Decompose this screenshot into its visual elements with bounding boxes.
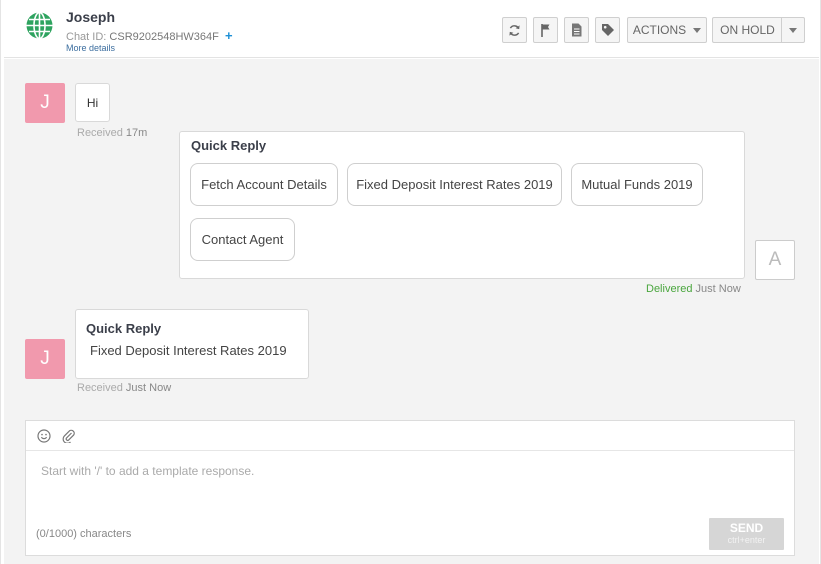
chat-window: Joseph Chat ID: CSR9202548HW364F + More … [0,0,821,564]
message-meta: Received Just Now [77,382,171,394]
globe-icon [26,11,53,40]
quick-reply-title: Quick Reply [191,138,267,153]
message-text: Fixed Deposit Interest Rates 2019 [90,343,287,358]
quick-reply-option[interactable]: Mutual Funds 2019 [571,163,703,206]
message-text: Hi [86,95,99,110]
send-label: SEND [729,521,764,535]
send-button[interactable]: SEND ctrl+enter [709,518,784,550]
composer-toolbar [26,421,794,451]
message-time: 17m [125,127,148,139]
message-meta: Delivered Just Now [646,283,741,295]
customer-avatar: J [25,339,65,379]
flag-icon [540,24,549,37]
tag-icon [601,24,614,36]
chat-id-label: Chat ID: [66,31,107,43]
tag-button[interactable] [595,17,620,43]
quick-reply-option[interactable]: Contact Agent [190,218,295,261]
add-icon[interactable]: + [225,28,233,43]
chat-header: Joseph Chat ID: CSR9202548HW364F + More … [4,3,819,58]
status-dropdown[interactable]: ON HOLD [712,17,782,43]
message-meta: Received 17m [77,127,147,139]
status-label: ON HOLD [720,23,775,37]
customer-quick-reply-bubble: Quick Reply Fixed Deposit Interest Rates… [75,309,309,379]
character-counter: (0/1000) characters [36,528,132,540]
chevron-down-icon [693,27,702,33]
message-status: Received [77,127,123,139]
customer-message-bubble: Hi [75,83,110,122]
notes-button[interactable] [564,17,589,43]
document-icon [572,23,582,37]
contact-name: Joseph [66,9,116,25]
chat-id: Chat ID: CSR9202548HW364F + [66,28,233,43]
status-dropdown-toggle[interactable] [781,17,805,43]
agent-avatar: A [755,240,795,280]
agent-quick-reply-card: Quick Reply Fetch Account Details Fixed … [179,131,745,279]
customer-avatar: J [25,83,65,123]
message-input[interactable]: Start with '/' to add a template respons… [41,464,254,478]
attachment-icon[interactable] [61,428,77,444]
refresh-button[interactable] [502,17,527,43]
quick-reply-option[interactable]: Fixed Deposit Interest Rates 2019 [347,163,562,206]
message-time: Just Now [695,283,741,295]
actions-dropdown[interactable]: ACTIONS [627,17,707,43]
quick-reply-title: Quick Reply [86,321,162,336]
message-time: Just Now [125,382,172,394]
actions-label: ACTIONS [632,23,687,37]
message-status: Delivered [646,283,693,295]
chevron-down-icon [789,27,797,33]
send-shortcut-hint: ctrl+enter [727,535,766,545]
more-details-link[interactable]: More details [66,43,115,53]
message-composer: Start with '/' to add a template respons… [25,420,795,556]
emoji-icon[interactable] [36,428,52,444]
flag-button[interactable] [533,17,558,43]
refresh-icon [509,24,520,36]
message-status: Received [77,382,123,394]
chat-id-value: CSR9202548HW364F [109,31,219,43]
quick-reply-option[interactable]: Fetch Account Details [190,163,338,206]
